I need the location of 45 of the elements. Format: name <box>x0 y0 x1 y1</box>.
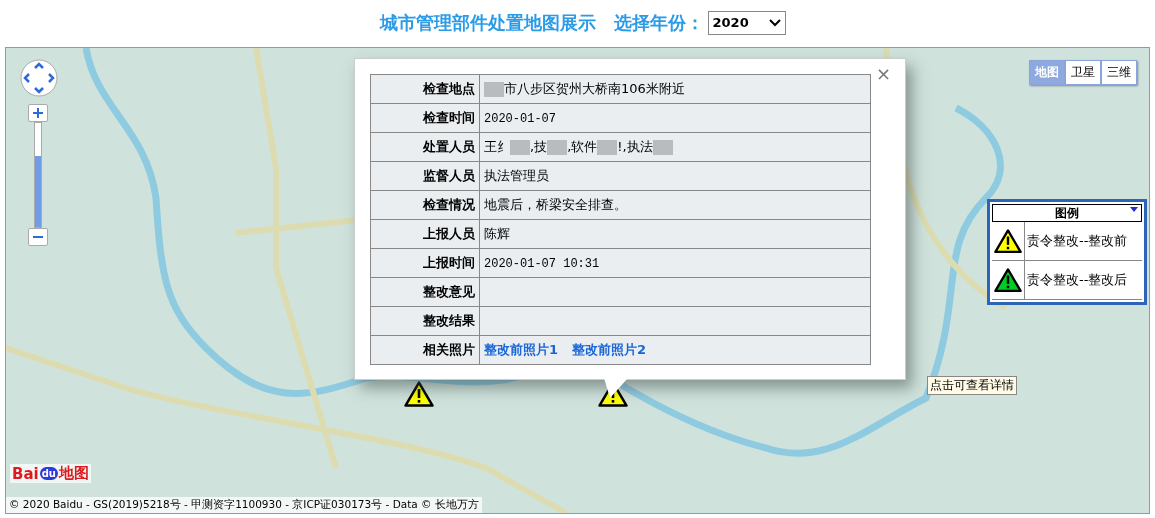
tooltip: 点击可查看详情 <box>927 376 1017 395</box>
dropdown-caret-icon[interactable] <box>768 18 781 27</box>
map-type-tab[interactable]: 三维 <box>1101 60 1137 85</box>
row-label: 整改意见 <box>370 277 480 307</box>
photo-link[interactable]: 整改前照片2 <box>572 342 647 357</box>
map-type-tab[interactable]: 地图 <box>1029 60 1065 85</box>
redacted-block <box>510 140 530 155</box>
row-label: 整改结果 <box>370 306 480 336</box>
redacted-block <box>597 140 618 155</box>
year-label: 选择年份： <box>613 10 704 35</box>
row-label: 处置人员 <box>370 132 480 162</box>
dropdown-caret-icon[interactable] <box>1130 207 1138 212</box>
cell-text: ,软件 <box>567 139 598 154</box>
legend-title: 图例 <box>1055 206 1079 220</box>
cell-text: 2020-01-07 <box>484 112 556 126</box>
photo-link[interactable]: 整改前照片1 <box>484 342 559 357</box>
close-icon[interactable]: × <box>875 63 891 84</box>
cell-text: 王纟 <box>484 139 510 154</box>
row-label: 上报时间 <box>370 248 480 278</box>
row-label: 上报人员 <box>370 219 480 249</box>
zoom-out-icon[interactable] <box>28 228 48 246</box>
legend-label: 责令整改--整改后 <box>1027 271 1128 289</box>
zoom-in-icon[interactable] <box>28 104 48 122</box>
cell-text: 执法管理员 <box>484 168 549 183</box>
row-label: 监督人员 <box>370 161 480 191</box>
row-label: 检查时间 <box>370 103 480 133</box>
redacted-block <box>484 82 504 97</box>
year-select[interactable]: 2020 <box>707 10 786 35</box>
redacted-block <box>547 140 568 155</box>
redacted-block <box>652 140 673 155</box>
row-label: 检查情况 <box>370 190 480 220</box>
legend-label: 责令整改--整改前 <box>1027 232 1128 250</box>
zoom-slider[interactable] <box>34 122 42 228</box>
map-type-tab[interactable]: 卫星 <box>1065 60 1101 85</box>
cell-text: 地震后，桥梁安全排查。 <box>484 197 627 212</box>
cell-text: 陈辉 <box>484 226 510 241</box>
cell-text: !,执法 <box>617 139 653 154</box>
cell-text: 市八步区贺州大桥南106米附近 <box>504 81 685 96</box>
copyright-text: © 2020 Baidu - GS(2019)5218号 - 甲测资字1100930 - 京ICP证030173号 - Data © 长地万方 <box>6 497 482 513</box>
cell-text: 2020-01-07 10:31 <box>484 257 600 271</box>
row-label: 相关照片 <box>370 335 480 365</box>
pan-control-icon[interactable] <box>19 58 59 98</box>
page-title: 城市管理部件处置地图展示 <box>379 10 596 35</box>
row-label: 检查地点 <box>370 74 480 104</box>
cell-text: ,技 <box>530 139 548 154</box>
